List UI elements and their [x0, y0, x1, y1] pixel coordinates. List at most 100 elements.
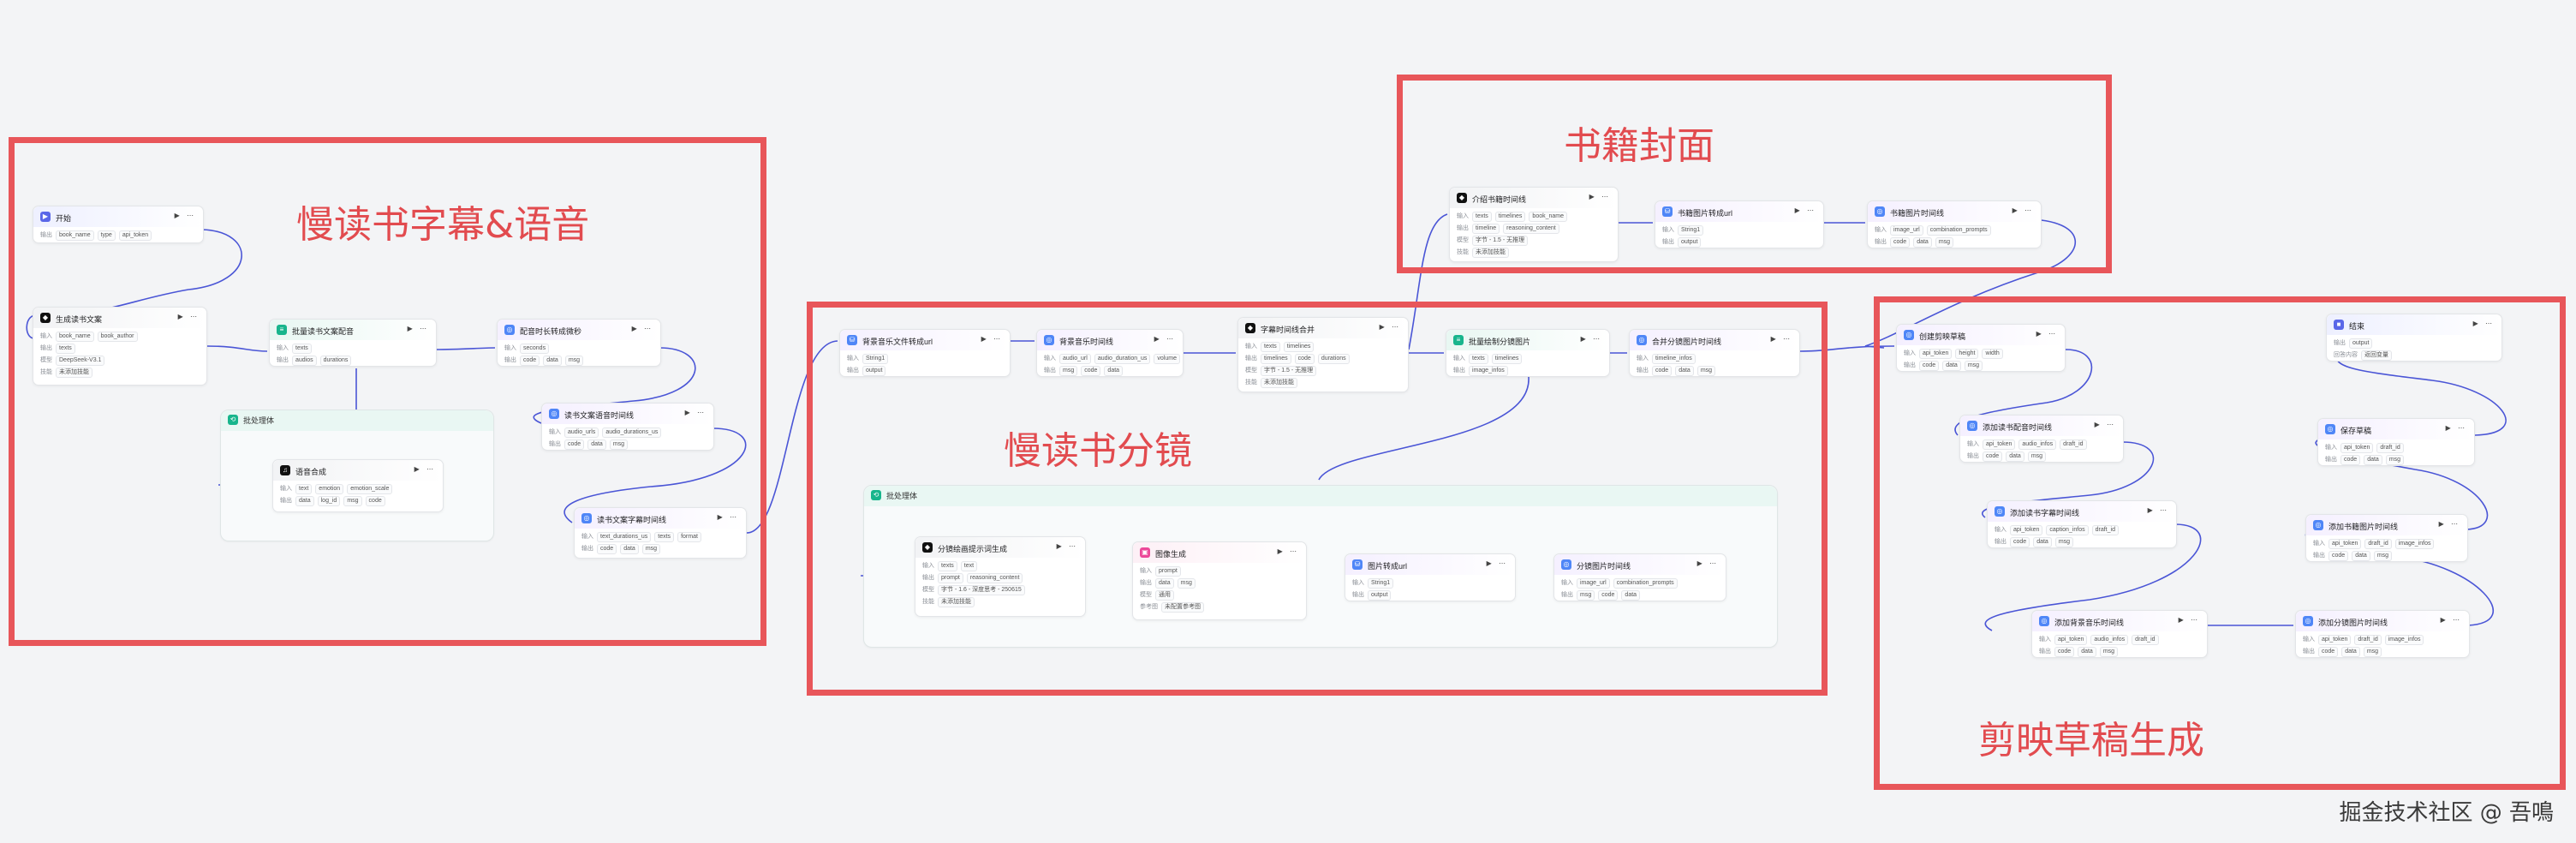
- node-tts[interactable]: ♫ 语音合成 ▶ ⋯ 输入 text emotion emotion_scale 输出 data…: [272, 459, 444, 512]
- param-label: 输入: [549, 429, 561, 435]
- node-actions-menu[interactable]: ▶ ⋯: [1154, 335, 1176, 343]
- param-chip: height: [1955, 349, 1979, 359]
- node-param-row: 模型 通用: [1140, 590, 1174, 601]
- param-label: 输入: [2325, 445, 2337, 451]
- param-chip: data: [2352, 551, 2370, 561]
- node-param-row: 输出 code data msg: [1875, 237, 1954, 248]
- node-param-row: 输入 text emotion emotion_scale: [280, 484, 393, 494]
- node-story-img-timeline[interactable]: ◎ 分镜图片时间线 ▶ ⋯ 输入 image_url combination_prompt…: [1553, 553, 1726, 601]
- node-param-row: 输出 data log_id msg code: [280, 496, 385, 506]
- param-chip: 未添加技能: [938, 597, 975, 607]
- node-actions-menu[interactable]: ▶ ⋯: [2439, 520, 2460, 528]
- param-chip: msg: [1696, 366, 1716, 376]
- param-chip: data: [2033, 537, 2052, 547]
- node-actions-menu[interactable]: ▶ ⋯: [685, 409, 707, 416]
- node-actions-menu[interactable]: ▶ ⋯: [718, 513, 739, 521]
- node-batch-draw[interactable]: ≡ 批量绘制分镜图片 ▶ ⋯ 输入 texts timelines 输出 image_info…: [1446, 329, 1610, 377]
- param-chip: texts: [1261, 342, 1280, 352]
- workflow-canvas[interactable]: 慢读书字幕&语音 书籍封面 慢读书分镜 剪映草稿生成 ⟲ 批处理体 ⟲ 批处理体…: [0, 0, 2576, 843]
- group-title-draft: 剪映草稿生成: [1978, 719, 2204, 762]
- node-actions-menu[interactable]: ▶ ⋯: [1278, 547, 1299, 555]
- param-chip: code: [1081, 366, 1101, 376]
- param-chip: image_infos: [2384, 635, 2424, 645]
- node-actions-menu[interactable]: ▶ ⋯: [2036, 330, 2058, 338]
- param-label: 输出: [40, 345, 52, 351]
- param-chip: msg: [1964, 361, 1983, 371]
- param-chip: msg: [564, 356, 584, 366]
- batch-icon: ⟲: [228, 415, 238, 425]
- node-add-bgm[interactable]: ◎ 添加背景音乐时间线 ▶ ⋯ 输入 api_token audio_infos draft…: [2031, 610, 2208, 658]
- node-title: 保存草稿: [2340, 427, 2372, 435]
- node-copy-caption-timeline[interactable]: ◎ 读书文案字幕时间线 ▶ ⋯ 输入 text_durations_us texts for…: [574, 507, 747, 559]
- param-chip: api_token: [2054, 635, 2088, 645]
- node-actions-menu[interactable]: ▶ ⋯: [1589, 193, 1611, 200]
- node-bgm-url[interactable]: ⛁ 背景音乐文件转成url ▶ ⋯ 输入 String1 输出 output: [839, 329, 1011, 377]
- param-chip: timelines: [1491, 354, 1523, 364]
- param-label: 输出: [2303, 649, 2315, 655]
- node-actions-menu[interactable]: ▶ ⋯: [408, 325, 429, 332]
- node-type-icon: ◎: [1875, 206, 1885, 217]
- node-add-cover[interactable]: ◎ 添加书籍图片时间线 ▶ ⋯ 输入 api_token draft_id image_in…: [2305, 514, 2468, 562]
- node-save-draft[interactable]: ◎ 保存草稿 ▶ ⋯ 输入 api_token draft_id 输出 code data msg: [2317, 418, 2475, 466]
- node-copy-audio-timeline[interactable]: ◎ 读书文案语音时间线 ▶ ⋯ 输入 audio_urls audio_durations…: [541, 403, 714, 451]
- node-actions-menu[interactable]: ▶ ⋯: [2012, 206, 2034, 214]
- node-actions-menu[interactable]: ▶ ⋯: [1581, 335, 1602, 343]
- node-actions-menu[interactable]: ▶ ⋯: [2446, 424, 2467, 432]
- node-actions-menu[interactable]: ▶ ⋯: [178, 313, 200, 320]
- node-title: 分镜绘画提示词生成: [938, 545, 1008, 553]
- node-actions-menu[interactable]: ▶ ⋯: [2473, 320, 2495, 327]
- node-actions-menu[interactable]: ▶ ⋯: [414, 465, 436, 473]
- node-end[interactable]: ■ 结束 ▶ ⋯ 输出 output 回答内容 返回变量: [2326, 314, 2502, 362]
- node-actions-menu[interactable]: ▶ ⋯: [1487, 559, 1508, 567]
- node-actions-menu[interactable]: ▶ ⋯: [2148, 506, 2169, 514]
- param-chip: seconds: [520, 344, 550, 354]
- node-gen-copy[interactable]: ◆ 生成读书文案 ▶ ⋯ 输入 book_name book_author 输出 texts 模…: [33, 307, 207, 386]
- node-add-dub[interactable]: ◎ 添加读书配音时间线 ▶ ⋯ 输入 api_token audio_infos draft…: [1959, 415, 2124, 463]
- node-type-icon: ◎: [1637, 335, 1647, 345]
- node-actions-menu[interactable]: ▶ ⋯: [1057, 542, 1078, 550]
- node-batch-dub[interactable]: ≡ 批量读书文案配音 ▶ ⋯ 输入 texts 输出 audios durations: [269, 319, 437, 367]
- node-type-icon: ◎: [1561, 559, 1571, 570]
- node-actions-menu[interactable]: ▶ ⋯: [1771, 335, 1792, 343]
- node-title: 语音合成: [295, 468, 327, 476]
- node-title: 读书文案字幕时间线: [597, 516, 667, 524]
- node-type-icon: ◎: [1995, 506, 2005, 517]
- param-label: 输出: [504, 357, 516, 363]
- node-actions-menu[interactable]: ▶ ⋯: [1380, 323, 1401, 331]
- node-bgm-timeline[interactable]: ◎ 背景音乐时间线 ▶ ⋯ 输入 audio_url audio_duration_us v…: [1036, 329, 1184, 377]
- param-label: 输出: [277, 357, 289, 363]
- node-img-gen[interactable]: ▣ 图像生成 ▶ ⋯ 输入 prompt 输出 data msg 模型 通用 参考图 未配置参考图: [1132, 541, 1307, 620]
- node-cover-timeline[interactable]: ◆ 介绍书籍时间线 ▶ ⋯ 输入 texts timelines book_name 输出 ti…: [1449, 187, 1619, 262]
- node-actions-menu[interactable]: ▶ ⋯: [2179, 616, 2200, 624]
- node-actions-menu[interactable]: ▶ ⋯: [981, 335, 1003, 343]
- node-dub-timeline[interactable]: ◎ 配音时长转成微秒 ▶ ⋯ 输入 seconds 输出 code data msg: [497, 319, 661, 367]
- node-param-row: 输入 api_token audio_infos draft_id: [1967, 439, 2087, 450]
- node-actions-menu[interactable]: ▶ ⋯: [2441, 616, 2462, 624]
- node-actions-menu[interactable]: ▶ ⋯: [1795, 206, 1816, 214]
- node-cover-img-url[interactable]: ⛁ 书籍图片转成url ▶ ⋯ 输入 String1 输出 output: [1655, 200, 1824, 248]
- node-add-story-img[interactable]: ◎ 添加分镜图片时间线 ▶ ⋯ 输入 api_token draft_id image_in…: [2295, 610, 2470, 658]
- param-chip: msg: [2099, 647, 2119, 657]
- node-img-url[interactable]: ⛁ 图片转成url ▶ ⋯ 输入 String1 输出 output: [1345, 553, 1516, 601]
- node-merge-img-timeline[interactable]: ◎ 合并分镜图片时间线 ▶ ⋯ 输入 timeline_infos 输出 code data m…: [1629, 329, 1800, 377]
- node-create-draft[interactable]: ◎ 创建剪映草稿 ▶ ⋯ 输入 api_token height width 输出 code da…: [1896, 324, 2066, 372]
- node-story-prompt[interactable]: ◆ 分镜绘画提示词生成 ▶ ⋯ 输入 texts text 输出 prompt reasonin…: [915, 536, 1086, 617]
- param-chip: text_durations_us: [597, 532, 652, 542]
- node-start[interactable]: ▶ 开始 ▶ ⋯ 输出 book_name type api_token: [33, 206, 204, 243]
- node-actions-menu[interactable]: ▶ ⋯: [175, 212, 196, 219]
- param-chip: 字节 - 1.5 - 无推理: [1472, 236, 1529, 246]
- node-add-caption[interactable]: ◎ 添加读书字幕时间线 ▶ ⋯ 输入 api_token caption_infos dra…: [1987, 500, 2177, 548]
- param-chip: api_token: [1919, 349, 1953, 359]
- node-cover-img-timeline[interactable]: ◎ 书籍图片时间线 ▶ ⋯ 输入 image_url combination_prompt…: [1867, 200, 2042, 248]
- node-actions-menu[interactable]: ▶ ⋯: [632, 325, 653, 332]
- param-chip: code: [2329, 551, 2349, 561]
- node-title: 批量绘制分镜图片: [1469, 338, 1531, 346]
- param-label: 输入: [2313, 541, 2325, 547]
- node-actions-menu[interactable]: ▶ ⋯: [2095, 421, 2116, 428]
- node-caption-merge[interactable]: ◆ 字幕时间线合并 ▶ ⋯ 输入 texts timelines 输出 timelines co…: [1237, 317, 1409, 392]
- param-chip: text: [295, 484, 313, 494]
- node-actions-menu[interactable]: ▶ ⋯: [1697, 559, 1719, 567]
- param-chip: image_url: [1890, 225, 1923, 236]
- node-type-icon: ◆: [1457, 193, 1467, 203]
- param-chip: output: [1678, 237, 1702, 248]
